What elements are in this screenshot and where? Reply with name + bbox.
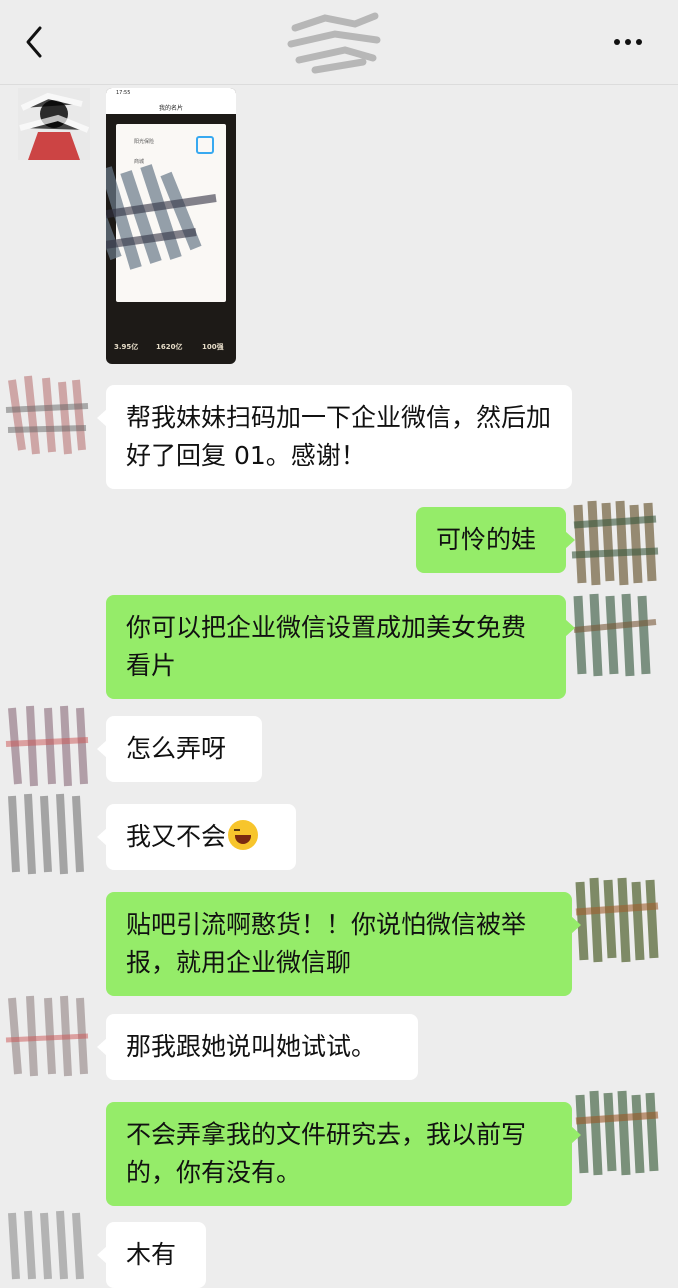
contact-avatar[interactable] bbox=[2, 990, 92, 1080]
message-bubble-incoming[interactable]: 帮我妹妹扫码加一下企业微信，然后加好了回复 01。感谢！ bbox=[97, 385, 572, 489]
wecom-icon bbox=[196, 136, 214, 154]
shot-card-line: 阳光保险 bbox=[134, 139, 155, 145]
more-options-button[interactable] bbox=[614, 28, 650, 56]
message-text: 木有 bbox=[126, 1240, 177, 1269]
contact-avatar[interactable] bbox=[18, 88, 90, 160]
message-text: 我又不会 bbox=[126, 822, 227, 851]
shot-nav-bar: 我的名片 bbox=[106, 100, 236, 114]
my-avatar[interactable] bbox=[570, 590, 660, 680]
message-text: 那我跟她说叫她试试。 bbox=[126, 1032, 377, 1061]
chevron-left-icon bbox=[26, 26, 42, 58]
blurred-contact-name bbox=[287, 12, 381, 74]
my-avatar[interactable] bbox=[570, 495, 660, 590]
message-bubble-incoming[interactable]: 我又不会 bbox=[97, 804, 296, 870]
shot-nav-title: 我的名片 bbox=[158, 105, 183, 112]
shared-screenshot-image[interactable]: 17:55 我的名片 阳光保险 商城 3.95亿 1620亿 100强 bbox=[106, 88, 236, 364]
message-bubble-outgoing[interactable]: 贴吧引流啊憨货！！你说怕微信被举报，就用企业微信聊 bbox=[106, 892, 581, 996]
back-button[interactable] bbox=[18, 22, 54, 62]
chat-header bbox=[0, 0, 678, 85]
message-text: 你可以把企业微信设置成加美女免费看片 bbox=[126, 613, 527, 680]
message-text: 可怜的娃 bbox=[436, 525, 537, 554]
contact-avatar[interactable] bbox=[2, 788, 92, 878]
blurred-qr-code bbox=[106, 164, 217, 270]
my-avatar[interactable] bbox=[572, 1085, 662, 1180]
my-avatar[interactable] bbox=[572, 872, 662, 967]
message-bubble-incoming[interactable]: 那我跟她说叫她试试。 bbox=[97, 1014, 418, 1080]
message-bubble-outgoing[interactable]: 你可以把企业微信设置成加美女免费看片 bbox=[106, 595, 575, 699]
shot-stat-value: 100强 bbox=[202, 343, 224, 351]
message-text: 不会弄拿我的文件研究去，我以前写的，你有没有。 bbox=[126, 1120, 527, 1187]
message-text: 怎么弄呀 bbox=[126, 734, 227, 763]
message-bubble-incoming[interactable]: 木有 bbox=[97, 1222, 206, 1288]
message-bubble-outgoing[interactable]: 不会弄拿我的文件研究去，我以前写的，你有没有。 bbox=[106, 1102, 581, 1206]
shot-stat-value: 3.95亿 bbox=[114, 343, 139, 351]
contact-avatar[interactable] bbox=[2, 1205, 92, 1280]
shot-stat-value: 1620亿 bbox=[156, 343, 183, 351]
laughing-crying-emoji bbox=[228, 820, 259, 850]
contact-avatar[interactable] bbox=[2, 700, 92, 790]
message-bubble-incoming[interactable]: 怎么弄呀 bbox=[97, 716, 262, 782]
message-text: 贴吧引流啊憨货！！你说怕微信被举报，就用企业微信聊 bbox=[126, 910, 527, 977]
shot-stats-bar: 3.95亿 1620亿 100强 bbox=[106, 324, 236, 364]
more-dot bbox=[625, 39, 631, 45]
more-dot bbox=[636, 39, 642, 45]
contact-avatar[interactable] bbox=[2, 370, 92, 460]
more-dots-icon bbox=[614, 39, 620, 45]
message-text: 帮我妹妹扫码加一下企业微信，然后加好了回复 01。感谢！ bbox=[126, 403, 552, 470]
shot-status-time: 17:55 bbox=[116, 90, 131, 96]
message-bubble-outgoing[interactable]: 可怜的娃 bbox=[416, 507, 575, 573]
